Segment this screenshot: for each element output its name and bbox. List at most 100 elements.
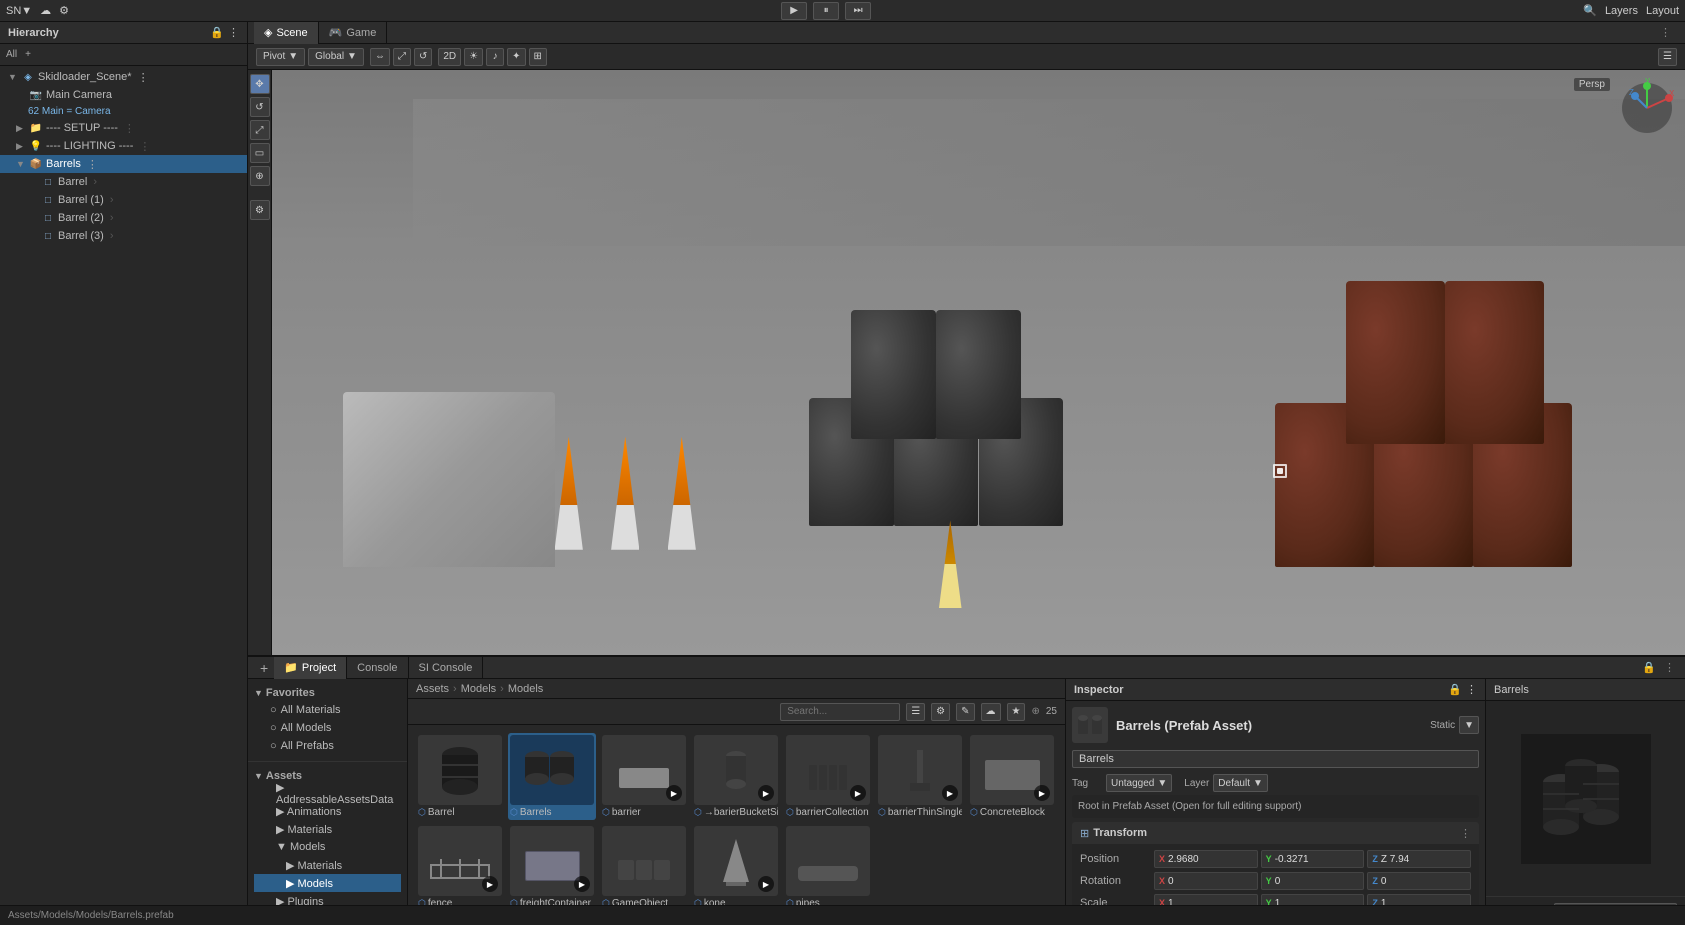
tab-game[interactable]: 🎮 Game	[319, 22, 388, 44]
position-y-field[interactable]: Y -0.3271	[1261, 850, 1365, 868]
audio-btn[interactable]: ♪	[486, 48, 504, 66]
sidebar-item-models-materials[interactable]: ▶ Materials	[254, 856, 401, 874]
inspector-menu-icon[interactable]: ⋮	[1466, 683, 1477, 696]
inspector-name-field[interactable]	[1072, 750, 1479, 768]
breadcrumb-models2[interactable]: Models	[508, 683, 543, 695]
asset-item-gameobject[interactable]: ⬡ GameObject	[600, 824, 688, 905]
hierarchy-item-main-camera[interactable]: 📷 Main Camera	[0, 86, 247, 104]
tag-dropdown[interactable]: Untagged ▼	[1106, 774, 1172, 792]
asset-toolbar-btn5[interactable]: ★	[1007, 703, 1026, 721]
inspector-lock-icon[interactable]: 🔒	[1448, 683, 1462, 696]
sidebar-item-all-models[interactable]: ○ All Models	[254, 719, 401, 737]
asset-item-barrier-thin[interactable]: ▶ ⬡ barrierThinSingle	[876, 733, 964, 820]
scale-z-field[interactable]: Z 1	[1367, 894, 1471, 905]
tab-console[interactable]: Console	[347, 657, 408, 679]
asset-item-kone[interactable]: ▶ ⬡ kone	[692, 824, 780, 905]
asset-item-barrier-collection[interactable]: ▶ ⬡ barrierCollection	[784, 733, 872, 820]
hierarchy-item-barrels[interactable]: ▼ 📦 Barrels ⋮	[0, 155, 247, 173]
hierarchy-lock-icon[interactable]: 🔒	[210, 26, 224, 39]
barrier-thin-play-btn[interactable]: ▶	[942, 785, 958, 801]
sidebar-item-addressable[interactable]: ▶ AddressableAssetsData	[254, 784, 401, 802]
custom-tool-btn[interactable]: ⚙	[250, 200, 270, 220]
hierarchy-menu-icon[interactable]: ⋮	[228, 26, 239, 39]
transform-btn-2[interactable]: ⤢	[393, 48, 411, 66]
barrels-menu[interactable]: ⋮	[87, 158, 98, 171]
barrier-collection-play-btn[interactable]: ▶	[850, 785, 866, 801]
bottom-menu-icon[interactable]: ⋮	[1660, 661, 1679, 674]
light-btn[interactable]: ☀	[464, 48, 483, 66]
sidebar-item-models-models[interactable]: ▶ Models	[254, 874, 401, 892]
static-dropdown[interactable]: ▼	[1459, 716, 1479, 734]
transform-btn-1[interactable]: ⇔	[370, 48, 390, 66]
play-button[interactable]: ▶	[781, 2, 807, 20]
hierarchy-item-barrel[interactable]: □ Barrel ›	[0, 173, 247, 191]
freight-play-btn[interactable]: ▶	[574, 876, 590, 892]
asset-search-input[interactable]	[780, 703, 900, 721]
step-button[interactable]: ⏭	[845, 2, 871, 20]
rotation-x-field[interactable]: X 0	[1154, 872, 1258, 890]
tab-project[interactable]: 📁 Project	[274, 657, 347, 679]
scene-view-canvas[interactable]: ✥ ↺ ⤢ ▭ ⊕ ⚙	[248, 70, 1685, 655]
search-icon[interactable]: 🔍	[1583, 4, 1597, 17]
barrier-play-btn[interactable]: ▶	[666, 785, 682, 801]
sidebar-item-models-tree[interactable]: ▼ Models	[254, 838, 401, 856]
transform-options[interactable]: ⋮	[1460, 827, 1471, 840]
asset-item-barrel[interactable]: ⬡ Barrel	[416, 733, 504, 820]
barrel3-nav[interactable]: ›	[110, 230, 114, 242]
view-more-icon[interactable]: ⋮	[1652, 26, 1679, 39]
barrel2-nav[interactable]: ›	[110, 212, 114, 224]
asset-item-fence[interactable]: ▶ ⬡ fence	[416, 824, 504, 905]
asset-toolbar-btn2[interactable]: ⚙	[931, 703, 950, 721]
combined-tool-btn[interactable]: ⊕	[250, 166, 270, 186]
rotate-tool-btn[interactable]: ↺	[250, 97, 270, 117]
barrel1-nav[interactable]: ›	[110, 194, 114, 206]
hierarchy-all-label[interactable]: All	[6, 49, 17, 60]
gizmo-btn[interactable]: ☰	[1658, 48, 1677, 66]
hierarchy-item-lighting[interactable]: ▶ 💡 ---- LIGHTING ---- ⋮	[0, 137, 247, 155]
hierarchy-item-barrel1[interactable]: □ Barrel (1) ›	[0, 191, 247, 209]
scale-tool-btn[interactable]: ⤢	[250, 120, 270, 140]
move-tool-btn[interactable]: ✥	[250, 74, 270, 94]
global-dropdown[interactable]: Global ▼	[308, 48, 364, 66]
breadcrumb-models1[interactable]: Models	[461, 683, 496, 695]
lighting-menu[interactable]: ⋮	[139, 140, 150, 153]
pause-button[interactable]: ⏸	[813, 2, 839, 20]
sidebar-item-all-prefabs[interactable]: ○ All Prefabs	[254, 737, 401, 755]
rotation-z-field[interactable]: Z 0	[1367, 872, 1471, 890]
view-2d-btn[interactable]: 2D	[438, 48, 461, 66]
rect-tool-btn[interactable]: ▭	[250, 143, 270, 163]
fence-play-btn[interactable]: ▶	[482, 876, 498, 892]
bottom-lock-icon[interactable]: 🔒	[1638, 661, 1660, 674]
scale-y-field[interactable]: Y 1	[1261, 894, 1365, 905]
sidebar-item-materials[interactable]: ▶ Materials	[254, 820, 401, 838]
layout-label[interactable]: Layout	[1646, 5, 1679, 17]
rotation-y-field[interactable]: Y 0	[1261, 872, 1365, 890]
position-x-field[interactable]: X 2.9680	[1154, 850, 1258, 868]
tab-si-console[interactable]: SI Console	[409, 657, 484, 679]
transform-btn-3[interactable]: ↺	[414, 48, 432, 66]
scene-menu-icon[interactable]: ⋮	[138, 71, 149, 84]
asset-item-concrete[interactable]: ▶ ⬡ ConcreteBlock	[968, 733, 1056, 820]
kone-play-btn[interactable]: ▶	[758, 876, 774, 892]
pivot-dropdown[interactable]: Pivot ▼	[256, 48, 305, 66]
breadcrumb-assets[interactable]: Assets	[416, 683, 449, 695]
scale-x-field[interactable]: X 1	[1154, 894, 1258, 905]
hierarchy-item-setup[interactable]: ▶ 📁 ---- SETUP ---- ⋮	[0, 119, 247, 137]
barrier-bucket-play-btn[interactable]: ▶	[758, 785, 774, 801]
asset-item-barrier-bucket[interactable]: ▶ ⬡ →barierBucketSing...	[692, 733, 780, 820]
setup-menu[interactable]: ⋮	[124, 122, 135, 135]
hierarchy-item-barrel3[interactable]: □ Barrel (3) ›	[0, 227, 247, 245]
layer-dropdown[interactable]: Default ▼	[1213, 774, 1268, 792]
concrete-play-btn[interactable]: ▶	[1034, 785, 1050, 801]
tab-scene[interactable]: ◈ Scene	[254, 22, 319, 44]
asset-item-pipes[interactable]: ⬡ pipes	[784, 824, 872, 905]
asset-item-barrels[interactable]: ⬡ Barrels	[508, 733, 596, 820]
asset-item-freight[interactable]: ▶ ⬡ freightContainer	[508, 824, 596, 905]
bottom-add-btn[interactable]: +	[254, 660, 274, 676]
hierarchy-tab-btn[interactable]: SN▼	[6, 5, 32, 17]
hierarchy-scene-root[interactable]: ▼ ◈ Skidloader_Scene* ⋮	[0, 68, 247, 86]
asset-toolbar-btn4[interactable]: ☁	[981, 703, 1001, 721]
hierarchy-item-barrel2[interactable]: □ Barrel (2) ›	[0, 209, 247, 227]
sidebar-item-plugins[interactable]: ▶ Plugins	[254, 892, 401, 905]
asset-toolbar-btn1[interactable]: ☰	[906, 703, 925, 721]
